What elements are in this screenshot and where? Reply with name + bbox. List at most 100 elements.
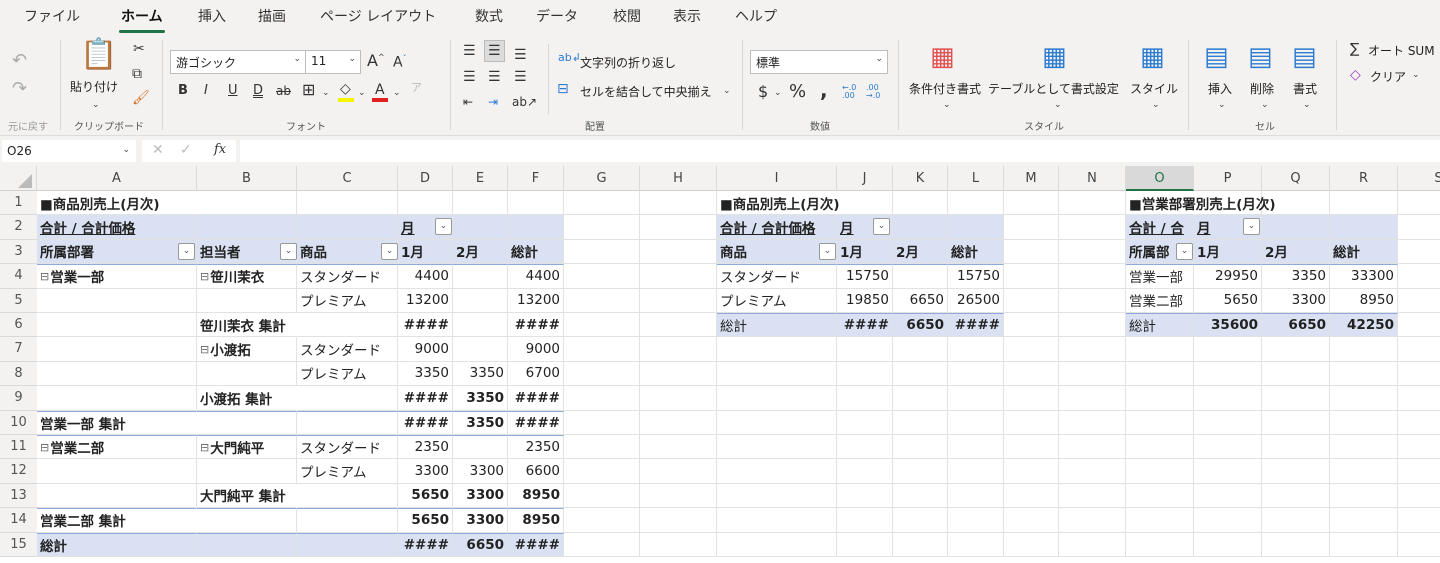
cell-K3[interactable]: 2月 xyxy=(893,239,948,265)
cell-B8[interactable] xyxy=(197,361,297,387)
cell-H6[interactable] xyxy=(640,313,717,338)
cell-P11[interactable] xyxy=(1194,435,1262,460)
cell-G6[interactable] xyxy=(564,313,640,338)
cell-I5[interactable]: プレミアム xyxy=(717,288,837,313)
cell-K13[interactable] xyxy=(893,483,948,509)
column-header-J[interactable]: J xyxy=(837,166,893,191)
cell-H1[interactable] xyxy=(640,191,717,216)
comma-button[interactable]: , xyxy=(820,80,828,100)
cell-I1[interactable]: ■商品別売上(月次) xyxy=(717,191,840,216)
cell-I4[interactable]: スタンダード xyxy=(717,264,837,289)
cell-A4[interactable]: ⊟ 営業一部 xyxy=(37,264,197,289)
tab-8[interactable]: 表示 xyxy=(673,6,701,26)
cell-S9[interactable] xyxy=(1398,386,1440,411)
row-header-15[interactable]: 15 xyxy=(0,532,37,557)
cell-J3[interactable]: 1月 xyxy=(837,239,893,265)
cell-P3[interactable]: 1月 xyxy=(1194,239,1262,265)
cell-K14[interactable] xyxy=(893,508,948,533)
cell-F9[interactable]: #### xyxy=(508,386,564,411)
cell-D6[interactable]: #### xyxy=(398,313,453,338)
cell-E12[interactable]: 3300 xyxy=(453,459,508,484)
cell-R13[interactable] xyxy=(1330,483,1398,509)
cell-K5[interactable]: 6650 xyxy=(893,288,948,313)
filter-dropdown-icon[interactable]: ⌄ xyxy=(873,218,890,236)
cell-A8[interactable] xyxy=(37,361,197,387)
select-all-button[interactable] xyxy=(0,166,37,191)
cell-D5[interactable]: 13200 xyxy=(398,288,453,313)
collapse-icon[interactable]: ⊟ xyxy=(200,270,209,283)
cell-N4[interactable] xyxy=(1059,264,1126,289)
name-box[interactable]: O26 ⌄ xyxy=(2,140,136,162)
filter-dropdown-icon[interactable]: ⌄ xyxy=(819,242,836,260)
cell-J4[interactable]: 15750 xyxy=(837,264,893,289)
cell-P5[interactable]: 5650 xyxy=(1194,288,1262,313)
cell-R15[interactable] xyxy=(1330,532,1398,557)
cell-B7[interactable]: ⊟ 小渡拓 xyxy=(197,337,297,362)
tab-5[interactable]: 数式 xyxy=(475,6,503,26)
cell-M13[interactable] xyxy=(1004,483,1059,509)
cell-D3[interactable]: 1月 xyxy=(398,239,453,265)
filter-dropdown-icon[interactable]: ⌄ xyxy=(435,218,452,236)
cell-M8[interactable] xyxy=(1004,361,1059,387)
cell-C11[interactable]: スタンダード xyxy=(297,435,398,460)
cell-C13[interactable] xyxy=(297,483,398,509)
formula-input[interactable] xyxy=(240,140,1440,162)
cell-M4[interactable] xyxy=(1004,264,1059,289)
cell-L15[interactable] xyxy=(948,532,1004,557)
cell-D15[interactable]: #### xyxy=(398,532,453,557)
cell-K15[interactable] xyxy=(893,532,948,557)
cell-M9[interactable] xyxy=(1004,386,1059,411)
cell-O5[interactable]: 営業二部 xyxy=(1126,288,1194,313)
cell-J11[interactable] xyxy=(837,435,893,460)
cell-L3[interactable]: 総計 xyxy=(948,239,1004,265)
font-size-select[interactable]: 11 ⌄ xyxy=(305,50,361,74)
cell-D12[interactable]: 3300 xyxy=(398,459,453,484)
cell-O11[interactable] xyxy=(1126,435,1194,460)
cell-D10[interactable]: #### xyxy=(398,410,453,435)
cell-N7[interactable] xyxy=(1059,337,1126,362)
cell-F10[interactable]: #### xyxy=(508,410,564,435)
column-header-N[interactable]: N xyxy=(1059,166,1126,191)
cell-Q6[interactable]: 6650 xyxy=(1262,313,1330,338)
cell-S4[interactable] xyxy=(1398,264,1440,289)
cell-L10[interactable] xyxy=(948,410,1004,435)
paste-button[interactable]: 貼り付け xyxy=(70,78,118,95)
cell-E4[interactable] xyxy=(453,264,508,289)
cell-R14[interactable] xyxy=(1330,508,1398,533)
cell-N3[interactable] xyxy=(1059,239,1126,265)
column-header-P[interactable]: P xyxy=(1194,166,1262,191)
cell-M2[interactable] xyxy=(1004,215,1059,240)
insert-function-icon[interactable]: fx xyxy=(214,143,226,156)
cell-K1[interactable] xyxy=(893,191,948,216)
cell-Q15[interactable] xyxy=(1262,532,1330,557)
cell-N2[interactable] xyxy=(1059,215,1126,240)
italic-button[interactable]: I xyxy=(204,84,208,97)
column-header-D[interactable]: D xyxy=(398,166,453,191)
cell-E11[interactable] xyxy=(453,435,508,460)
cell-L9[interactable] xyxy=(948,386,1004,411)
row-header-7[interactable]: 7 xyxy=(0,337,37,362)
redo-icon[interactable]: ↷ xyxy=(12,80,27,98)
cell-O4[interactable]: 営業一部 xyxy=(1126,264,1194,289)
cell-F13[interactable]: 8950 xyxy=(508,483,564,509)
cell-J1[interactable] xyxy=(837,191,893,216)
conditional-format-button[interactable]: 条件付き書式 xyxy=(909,80,981,97)
cell-B9[interactable]: 小渡拓 集計 xyxy=(197,386,297,411)
cell-P4[interactable]: 29950 xyxy=(1194,264,1262,289)
cell-E5[interactable] xyxy=(453,288,508,313)
cell-L8[interactable] xyxy=(948,361,1004,387)
cell-A11[interactable]: ⊟ 営業二部 xyxy=(37,435,197,460)
cell-R3[interactable]: 総計 xyxy=(1330,239,1398,265)
cell-S12[interactable] xyxy=(1398,459,1440,484)
cell-styles-button[interactable]: スタイル xyxy=(1130,80,1178,97)
cell-F3[interactable]: 総計 xyxy=(508,239,564,265)
column-header-L[interactable]: L xyxy=(948,166,1004,191)
cell-D14[interactable]: 5650 xyxy=(398,508,453,533)
cell-E6[interactable] xyxy=(453,313,508,338)
cell-B15[interactable] xyxy=(197,532,297,557)
align-right-icon[interactable]: ☰ xyxy=(514,70,527,84)
tab-4[interactable]: ページ レイアウト xyxy=(320,6,436,26)
cell-R8[interactable] xyxy=(1330,361,1398,387)
cell-R5[interactable]: 8950 xyxy=(1330,288,1398,313)
cell-K8[interactable] xyxy=(893,361,948,387)
